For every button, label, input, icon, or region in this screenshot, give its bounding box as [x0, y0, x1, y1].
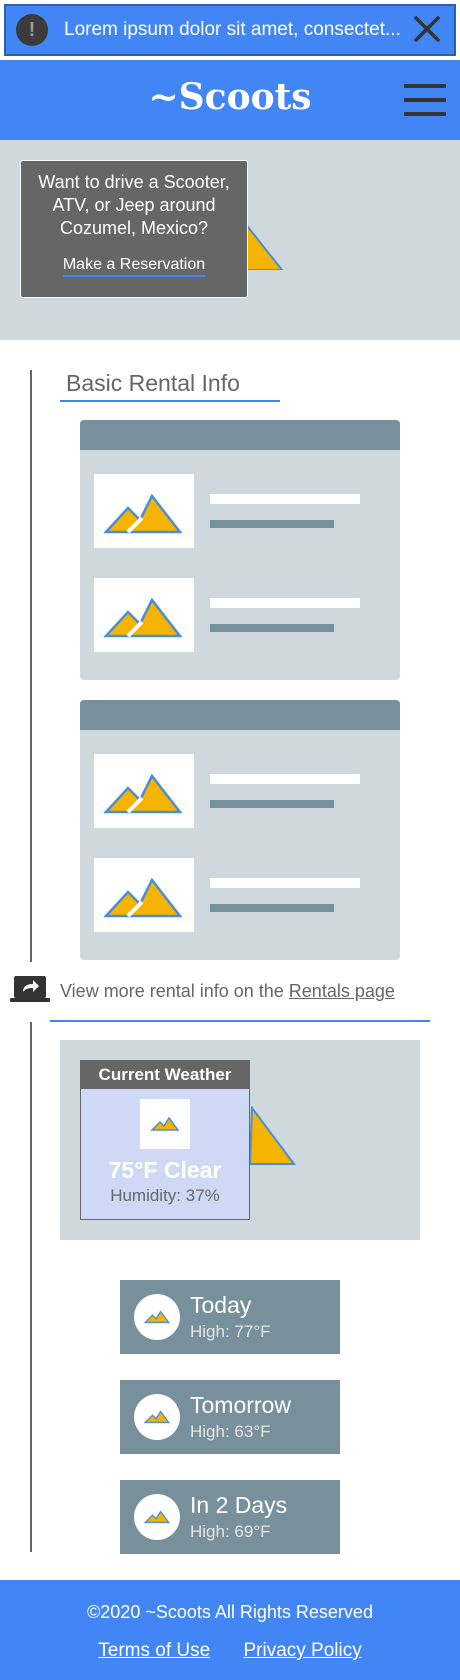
forecast-day: Today — [190, 1292, 252, 1318]
forecast-high: High: 77°F — [190, 1322, 271, 1341]
weather-icon — [134, 1294, 180, 1340]
forecast-day: Tomorrow — [190, 1392, 291, 1418]
forecast-card: Tomorrow High: 63°F — [120, 1380, 340, 1454]
notification-bar: ! Lorem ipsum dolor sit amet, consectet.… — [4, 4, 456, 56]
title-underline — [60, 400, 280, 402]
brand-logo[interactable]: ~Scoots — [0, 76, 460, 118]
rental-section-title: Basic Rental Info — [66, 370, 240, 396]
forecast-day: In 2 Days — [190, 1492, 288, 1518]
hero-card: Want to drive a Scooter, ATV, or Jeep ar… — [20, 160, 248, 298]
text-placeholder-line — [210, 904, 334, 912]
current-humidity: Humidity: 37% — [110, 1186, 220, 1205]
current-temperature: 75°F Clear — [108, 1157, 222, 1183]
text-placeholder-line — [210, 624, 334, 632]
rental-panel — [80, 420, 400, 680]
current-weather-title: Current Weather — [81, 1061, 249, 1089]
share-laptop-icon[interactable] — [10, 974, 50, 1004]
forecast-card: Today High: 77°F — [120, 1280, 340, 1354]
footer-links: Terms of Use Privacy Policy — [0, 1640, 460, 1662]
image-placeholder-icon — [94, 474, 194, 548]
text-placeholder-line — [210, 598, 360, 608]
text-placeholder-line — [210, 878, 360, 888]
panel-header — [80, 700, 400, 730]
hero-banner: Want to drive a Scooter, ATV, or Jeep ar… — [0, 140, 460, 340]
panel-header — [80, 420, 400, 450]
weather-panel: Current Weather 75°F Clear Humidity: 37% — [60, 1040, 420, 1240]
section-divider-line — [30, 1022, 32, 1552]
forecast-high: High: 69°F — [190, 1522, 271, 1541]
section-divider-line — [30, 370, 32, 962]
weather-icon — [140, 1099, 190, 1149]
current-weather-card: Current Weather 75°F Clear Humidity: 37% — [80, 1060, 250, 1220]
hamburger-menu-icon[interactable] — [404, 84, 446, 118]
section-separator — [50, 1020, 430, 1022]
rental-panel — [80, 700, 400, 960]
rentals-page-link[interactable]: Rentals page — [289, 981, 395, 1001]
forecast-card: In 2 Days High: 69°F — [120, 1480, 340, 1554]
terms-of-use-link[interactable]: Terms of Use — [98, 1640, 210, 1661]
weather-icon — [134, 1494, 180, 1540]
exclamation-icon: ! — [16, 14, 48, 46]
notification-text: Lorem ipsum dolor sit amet, consectet... — [64, 19, 401, 40]
text-placeholder-line — [210, 494, 360, 504]
site-header: ~Scoots — [0, 60, 460, 140]
text-placeholder-line — [210, 774, 360, 784]
image-placeholder-icon — [94, 858, 194, 932]
make-reservation-link[interactable]: Make a Reservation — [62, 256, 206, 277]
image-placeholder-icon — [94, 754, 194, 828]
privacy-policy-link[interactable]: Privacy Policy — [243, 1640, 361, 1661]
weather-image-icon — [248, 1106, 296, 1165]
image-placeholder-icon — [94, 578, 194, 652]
rental-more-text: View more rental info on the Rentals pag… — [60, 981, 395, 1001]
close-icon[interactable] — [412, 14, 442, 44]
site-footer: ©2020 ~Scoots All Rights Reserved Terms … — [0, 1580, 460, 1680]
forecast-high: High: 63°F — [190, 1422, 271, 1441]
text-placeholder-line — [210, 800, 334, 808]
weather-icon — [134, 1394, 180, 1440]
copyright-text: ©2020 ~Scoots All Rights Reserved — [87, 1602, 373, 1622]
hero-message: Want to drive a Scooter, ATV, or Jeep ar… — [38, 172, 230, 238]
text-placeholder-line — [210, 520, 334, 528]
